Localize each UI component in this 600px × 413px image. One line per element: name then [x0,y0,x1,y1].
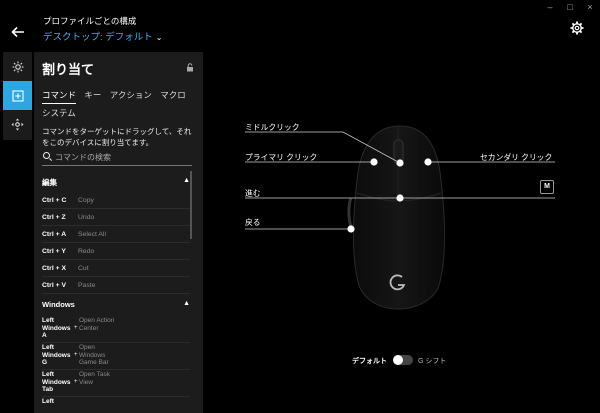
assignment-plus-icon [11,89,24,102]
hotspot-forward [396,194,404,202]
profile-name: デスクトップ: デフォルト [43,32,153,43]
g-logo-icon [389,274,406,291]
close-button[interactable]: × [580,0,600,14]
windows-command-list: Left Windows A + Open Action Center Left W… [42,316,190,411]
back-button[interactable] [8,22,28,42]
dpi-move-icon [11,118,24,131]
toggle-gshift-label: G シフト [418,358,447,365]
toggle-default-label: デフォルト [352,358,387,365]
search-placeholder: コマンドの検索 [55,153,111,162]
command-action: Open Action Center [79,317,115,332]
panel-scrollbar[interactable] [190,171,192,239]
hotspot-secondary [424,158,432,166]
command-action: Redo [78,248,95,255]
rail-lighting[interactable] [3,52,32,81]
command-key: Left Windows G [42,344,71,366]
command-action: Open Windows Game Bar [79,344,109,366]
command-key: Left Windows Tab [42,371,71,393]
section-edit[interactable]: 編集 ▲ [42,177,190,188]
command-key: Ctrl + X [42,265,66,272]
label-forward[interactable]: 進む [245,188,261,199]
label-secondary-click[interactable]: セカンダリ クリック [480,152,552,163]
toggle-switch[interactable] [393,355,413,365]
panel-title: 割り当て [42,62,95,77]
onboard-memory-badge[interactable]: M [540,180,554,194]
command-action: Paste [78,282,96,289]
chevron-up-icon: ▲ [183,300,190,307]
section-windows-label: Windows [42,300,75,309]
profile-selector[interactable]: デスクトップ: デフォルト ⌄ [43,29,162,43]
command-key: Left Windows A [42,317,71,339]
feature-rail [3,52,32,140]
assignment-tabs: コマンド キー アクション マクロ システム [42,88,197,121]
arrow-left-icon [11,26,24,38]
toggle-knob [393,355,403,365]
command-key: Ctrl + Z [42,214,66,221]
scroll-wheel [393,139,404,165]
command-action: Copy [78,197,94,204]
profile-heading: プロファイルごとの構成 [43,16,137,26]
tab-keys[interactable]: キー [84,88,101,103]
command-row[interactable]: Ctrl + Z Undo [42,209,190,226]
minimize-button[interactable]: – [540,0,560,14]
command-key: Left [42,398,54,405]
mouse-body [353,125,445,310]
label-back[interactable]: 戻る [245,217,261,228]
command-row[interactable]: Left Windows Tab + Open Task View [42,370,190,397]
lock-icon[interactable] [186,63,194,74]
rail-dpi[interactable] [3,110,32,139]
command-row[interactable]: Ctrl + V Paste [42,277,190,294]
tab-macros[interactable]: マクロ [160,88,186,103]
command-search-input[interactable]: コマンドの検索 [42,151,192,166]
command-action: Select All [78,231,106,238]
key-plus: + [74,379,78,385]
command-row[interactable]: Left Windows G + Open Windows Game Bar [42,343,190,370]
maximize-button[interactable]: □ [560,0,580,14]
gshift-toggle[interactable]: デフォルト G シフト [352,355,462,367]
command-key: Ctrl + Y [42,248,66,255]
hotspot-back [347,225,355,233]
edit-command-list: Ctrl + C Copy Ctrl + Z Undo Ctrl + A Select… [42,192,190,294]
hotspot-primary [370,158,378,166]
search-icon [43,152,50,159]
section-edit-label: 編集 [42,178,57,187]
command-row[interactable]: Ctrl + C Copy [42,192,190,209]
key-plus: + [74,325,78,331]
command-row[interactable]: Left Windows A + Open Action Center [42,316,190,343]
rail-assignments[interactable] [3,81,32,110]
command-key: Ctrl + A [42,231,67,238]
command-row[interactable]: Left [42,397,190,411]
tab-system[interactable]: システム [42,106,191,121]
chevron-up-icon: ▲ [183,177,190,184]
command-action: Open Task View [79,371,110,386]
key-plus: + [74,352,78,358]
command-row[interactable]: Ctrl + A Select All [42,226,190,243]
command-action: Cut [78,265,89,272]
assignments-panel: 割り当て コマンド キー アクション マクロ システム コマンドをターゲットにド… [34,52,203,413]
command-row[interactable]: Ctrl + X Cut [42,260,190,277]
label-middle-click[interactable]: ミドルクリック [245,122,300,133]
command-key: Ctrl + V [42,282,66,289]
tab-commands[interactable]: コマンド [42,88,77,104]
gear-icon[interactable] [569,21,585,37]
tab-actions[interactable]: アクション [110,88,152,103]
hotspot-middle [396,159,404,167]
lighting-icon [12,61,23,72]
command-row[interactable]: Ctrl + Y Redo [42,243,190,260]
section-windows[interactable]: Windows ▲ [42,300,190,309]
chevron-down-icon: ⌄ [155,33,163,42]
panel-description: コマンドをターゲットにドラッグして、それをこのデバイスに割り当てます。 [42,127,192,147]
command-key: Ctrl + C [42,197,67,204]
command-action: Undo [78,214,95,221]
label-primary-click[interactable]: プライマリ クリック [245,152,317,163]
